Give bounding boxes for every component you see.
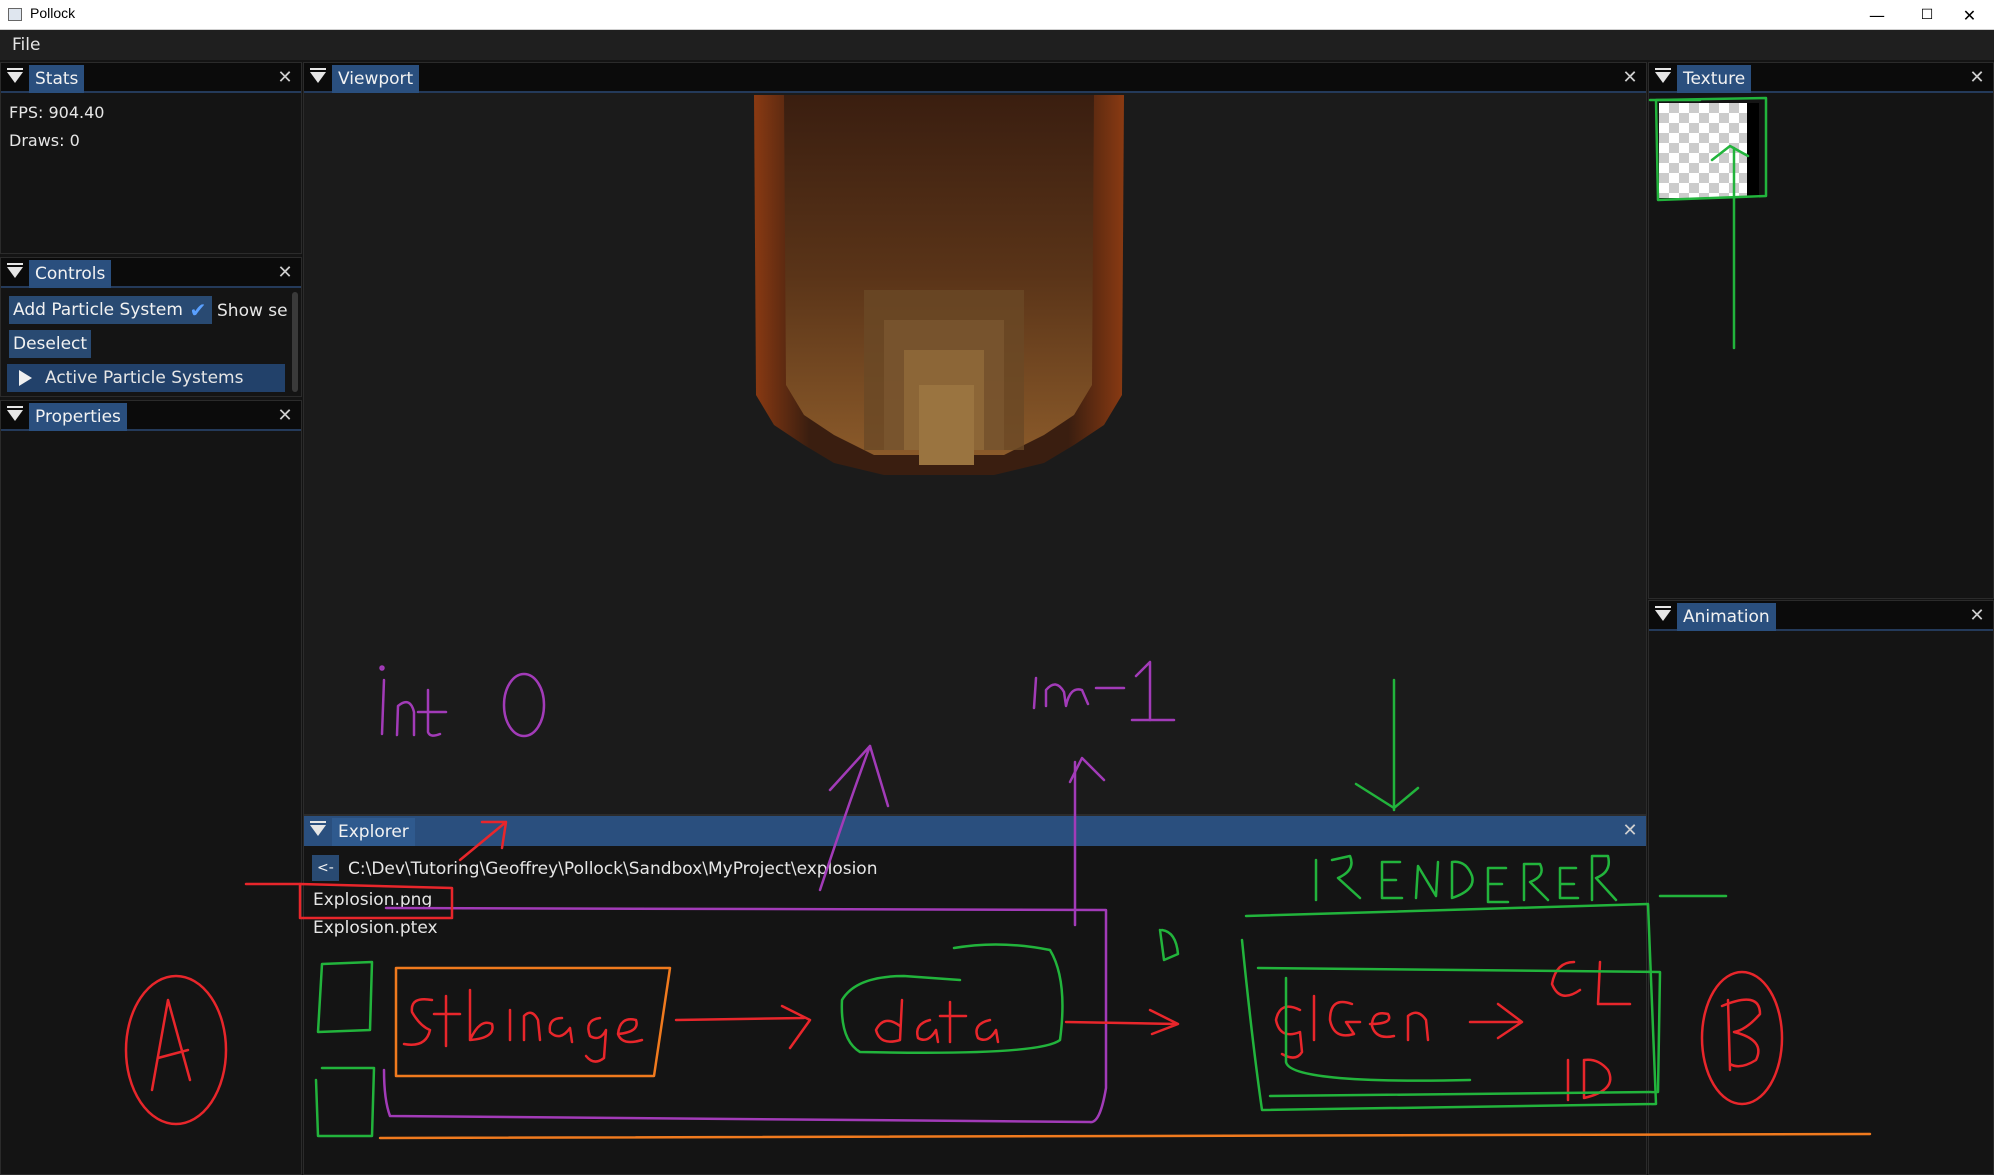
tab-texture[interactable]: Texture: [1677, 65, 1752, 93]
triangle-down-icon: [1655, 68, 1671, 70]
close-icon[interactable]: ✕: [275, 263, 295, 283]
triangle-down-icon[interactable]: [1655, 610, 1671, 621]
draws-readout: Draws: 0: [9, 131, 80, 150]
close-icon[interactable]: ✕: [1967, 606, 1987, 626]
explorer-title-bar: Explorer ✕: [304, 816, 1646, 846]
menu-file[interactable]: File: [12, 35, 40, 55]
checkmark-icon[interactable]: ✔: [184, 296, 212, 324]
triangle-down-icon[interactable]: [7, 267, 23, 278]
play-triangle-icon: [19, 370, 32, 386]
triangle-down-icon: [310, 68, 326, 70]
texture-panel: Texture ✕: [1648, 62, 1994, 599]
triangle-down-icon: [1655, 606, 1671, 608]
triangle-down-icon[interactable]: [310, 72, 326, 83]
active-particle-systems-label: Active Particle Systems: [45, 368, 244, 388]
app-icon: [8, 8, 22, 21]
tab-viewport[interactable]: Viewport: [332, 65, 420, 93]
viewport-panel: Viewport ✕: [303, 62, 1647, 815]
current-path: C:\Dev\Tutoring\Geoffrey\Pollock\Sandbox…: [348, 859, 878, 879]
controls-title-bar: Controls ✕: [1, 258, 301, 288]
controls-panel: Controls ✕ Add Particle System ✔ Show se…: [0, 257, 302, 397]
viewport-title-bar: Viewport ✕: [304, 63, 1646, 93]
triangle-down-icon[interactable]: [7, 72, 23, 83]
particle-render: [744, 95, 1134, 535]
tab-controls[interactable]: Controls: [29, 260, 112, 288]
stats-panel: Stats ✕ FPS: 904.40 Draws: 0: [0, 62, 302, 254]
close-window-button[interactable]: ✕: [1945, 0, 1994, 30]
stats-title-bar: Stats ✕: [1, 63, 301, 93]
triangle-down-icon[interactable]: [7, 410, 23, 421]
close-icon[interactable]: ✕: [1967, 68, 1987, 88]
triangle-down-icon: [310, 821, 326, 823]
active-particle-systems-node[interactable]: Active Particle Systems: [7, 364, 285, 392]
explorer-panel: Explorer ✕ <- C:\Dev\Tutoring\Geoffrey\P…: [303, 815, 1647, 1175]
window-title: Pollock: [30, 5, 76, 21]
controls-scrollbar[interactable]: [292, 292, 298, 392]
close-icon[interactable]: ✕: [275, 406, 295, 426]
tab-properties[interactable]: Properties: [29, 403, 127, 431]
add-particle-system-button[interactable]: Add Particle System: [9, 296, 187, 324]
file-item[interactable]: Explosion.ptex: [313, 918, 438, 938]
menu-bar: File: [0, 30, 1994, 60]
tab-explorer[interactable]: Explorer: [332, 818, 415, 846]
tab-stats[interactable]: Stats: [29, 65, 85, 93]
triangle-down-icon[interactable]: [310, 825, 326, 836]
show-selection-label: Show se: [217, 301, 288, 321]
triangle-down-icon: [7, 68, 23, 70]
close-icon[interactable]: ✕: [275, 68, 295, 88]
close-icon[interactable]: ✕: [1620, 68, 1640, 88]
animation-panel: Animation ✕: [1648, 600, 1994, 1175]
triangle-down-icon: [7, 263, 23, 265]
fps-readout: FPS: 904.40: [9, 103, 105, 122]
texture-preview[interactable]: [1659, 103, 1759, 198]
properties-panel: Properties ✕: [0, 400, 302, 1175]
tab-animation[interactable]: Animation: [1677, 603, 1776, 631]
triangle-down-icon: [7, 406, 23, 408]
file-item[interactable]: Explosion.png: [313, 890, 432, 910]
window-title-bar: Pollock — ☐ ✕: [0, 0, 1994, 30]
properties-title-bar: Properties ✕: [1, 401, 301, 431]
close-icon[interactable]: ✕: [1620, 821, 1640, 841]
animation-title-bar: Animation ✕: [1649, 601, 1993, 631]
deselect-button[interactable]: Deselect: [9, 330, 92, 358]
back-button[interactable]: <-: [312, 855, 339, 881]
triangle-down-icon[interactable]: [1655, 72, 1671, 83]
texture-title-bar: Texture ✕: [1649, 63, 1993, 93]
